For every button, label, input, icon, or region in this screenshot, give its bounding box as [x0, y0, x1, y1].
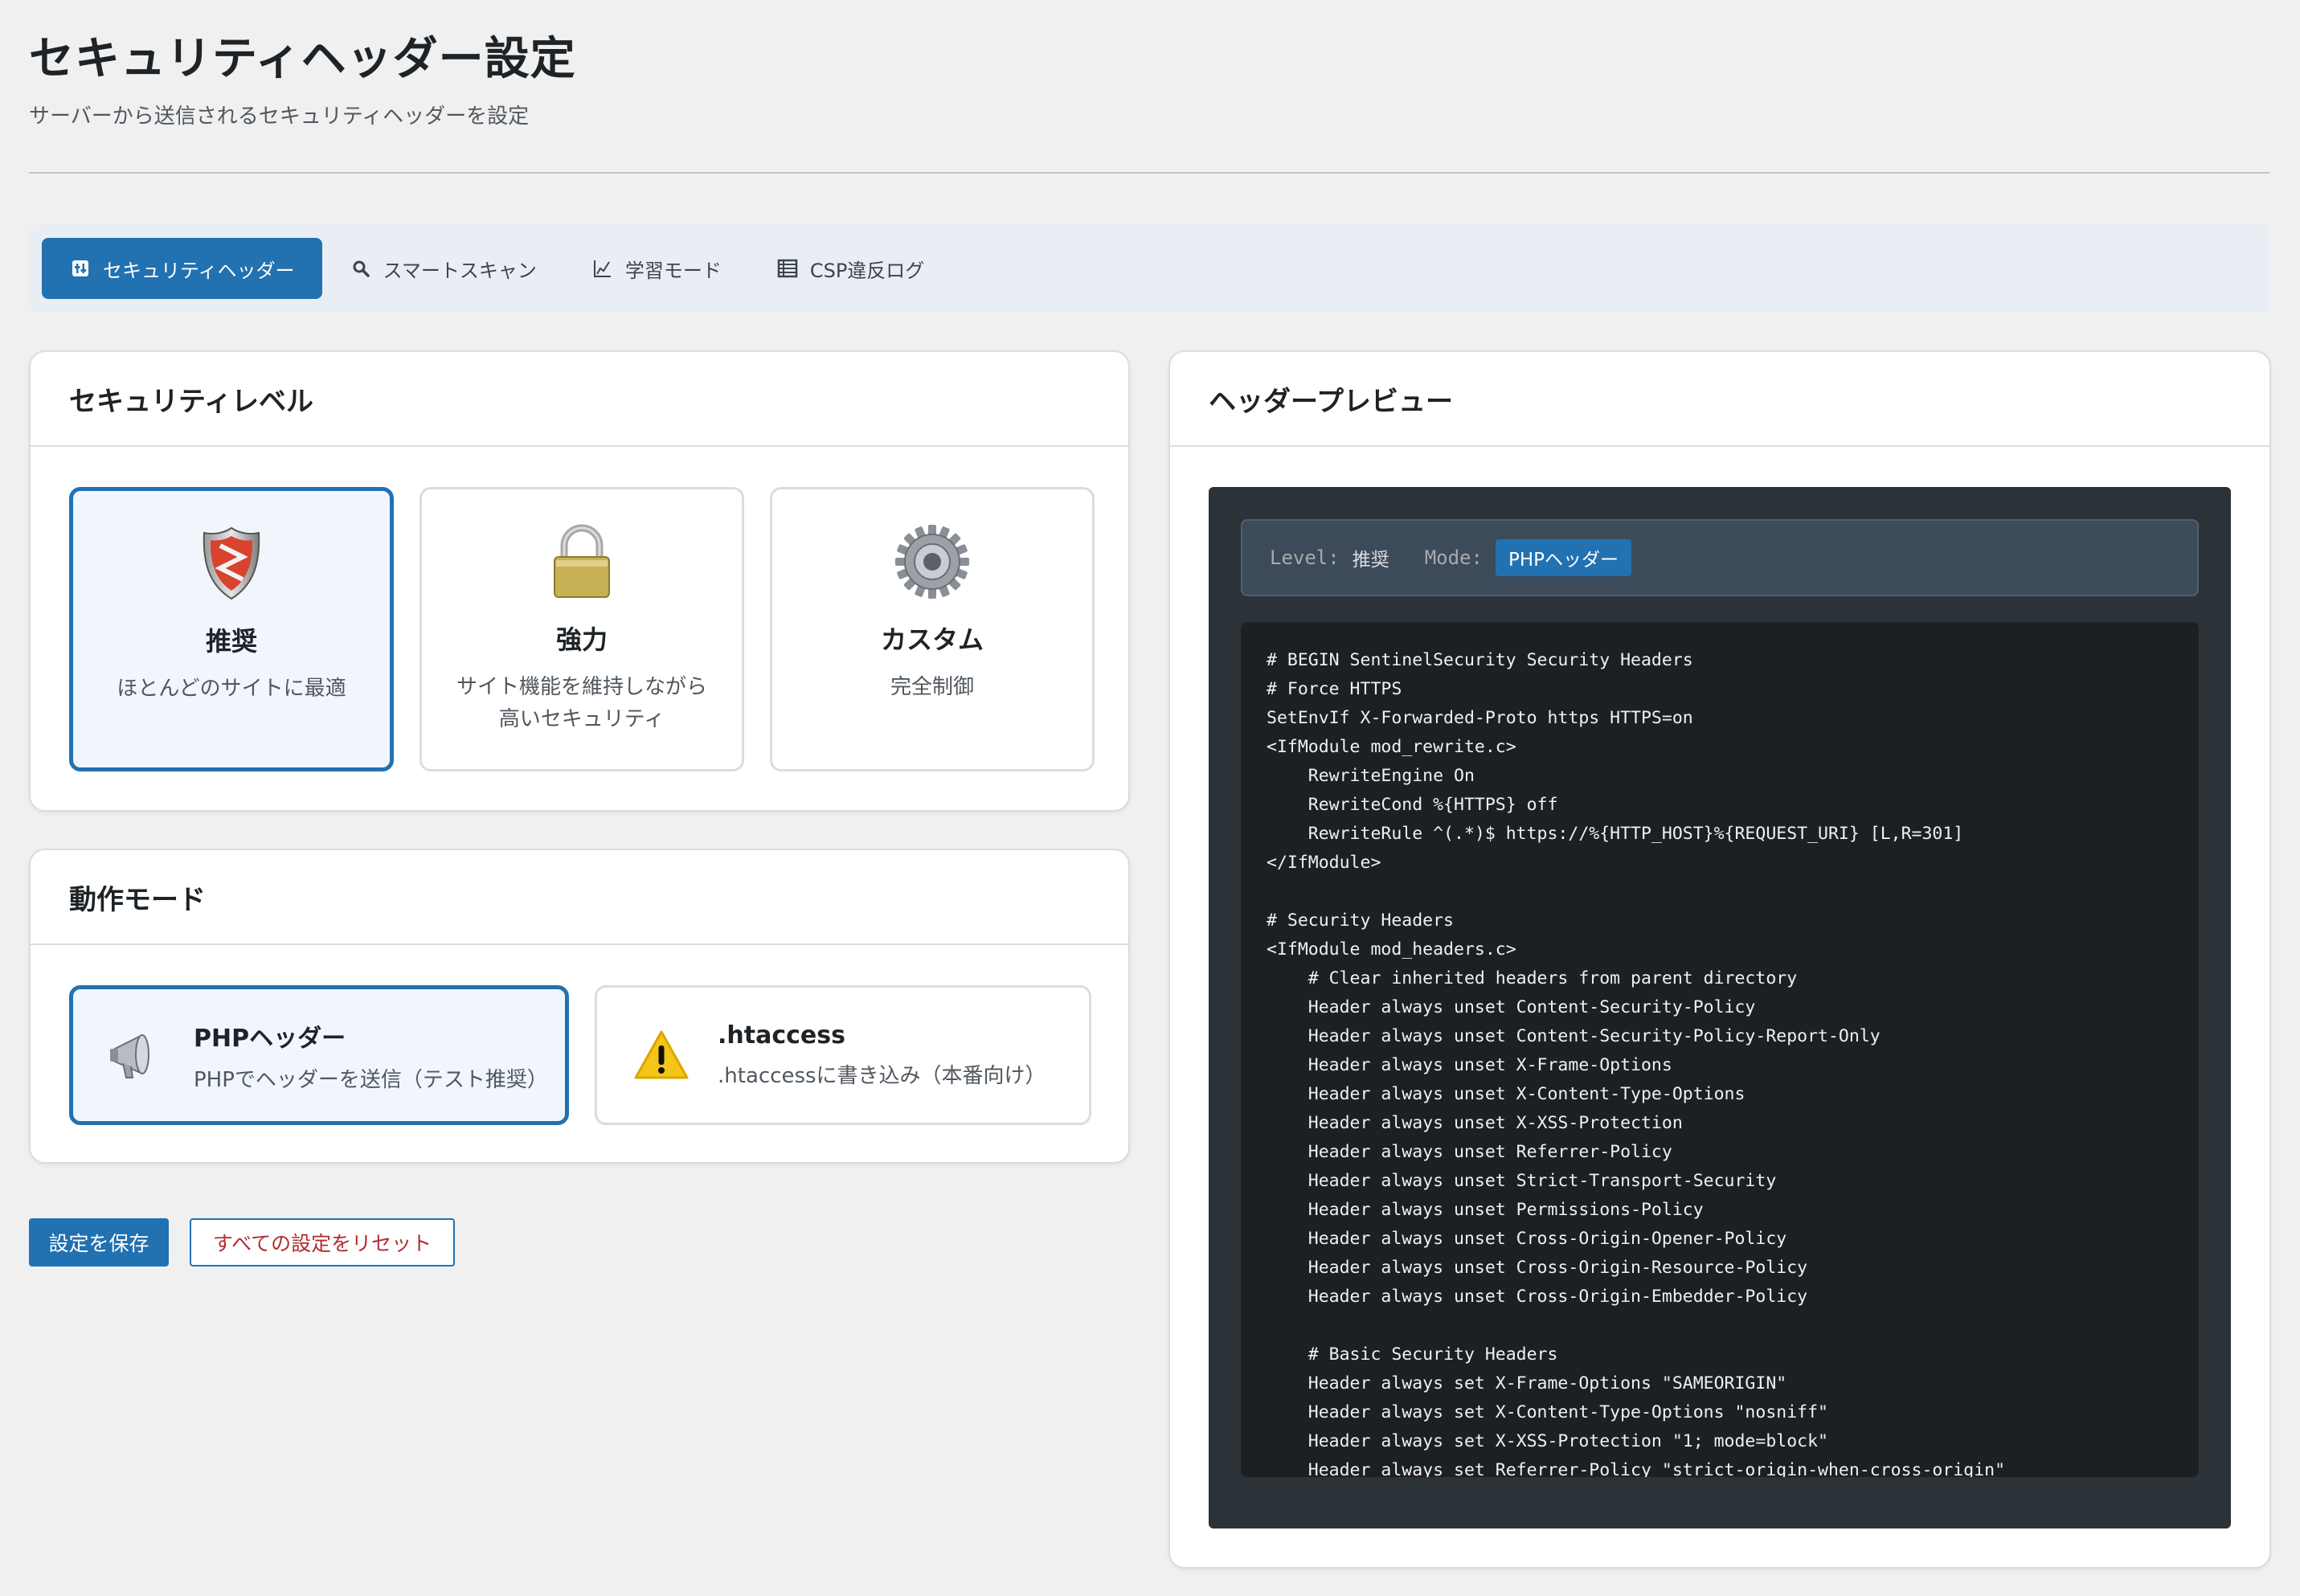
code-line: Header always set Referrer-Policy "stric… [1267, 1460, 2006, 1477]
tab-label: 学習モード [624, 259, 722, 282]
code-line: Header always unset X-Frame-Options [1267, 1055, 1672, 1075]
mode-name: .htaccess [718, 1021, 845, 1050]
code-line: Header always unset X-XSS-Protection [1267, 1113, 1683, 1133]
mode-name: PHPヘッダー [194, 1024, 346, 1053]
operation-mode-title: 動作モード [31, 850, 1128, 945]
title-divider [29, 172, 2269, 174]
mode-option-htaccess[interactable]: .htaccess .htaccessに書き込み（本番向け） [595, 985, 1091, 1125]
level-name: 推奨 [205, 626, 257, 657]
gear-icon [892, 522, 972, 602]
level-option-custom[interactable]: カスタム 完全制御 [770, 487, 1095, 771]
tab-smart-scan[interactable]: スマートスキャン [322, 238, 564, 299]
code-line: <IfModule mod_headers.c> [1267, 939, 1516, 960]
level-desc: ほとんどのサイトに最適 [117, 677, 346, 701]
level-label: Level: [1270, 546, 1340, 569]
tab-csp-log[interactable]: CSP違反ログ [749, 238, 952, 299]
code-line: Header always unset Strict-Transport-Sec… [1267, 1171, 1777, 1191]
tab-bar: セキュリティヘッダー スマートスキャン 学習モード CSP違反ログ [29, 225, 2269, 312]
operation-mode-options: PHPヘッダー PHPでヘッダーを送信（テスト推奨） .htaccess .ht… [69, 985, 1091, 1125]
code-line: RewriteCond %{HTTPS} off [1267, 795, 1558, 815]
mode-desc: .htaccessに書き込み（本番向け） [718, 1064, 1046, 1088]
code-line: Header always unset Cross-Origin-Resourc… [1267, 1258, 1808, 1278]
code-line: # Security Headers [1267, 911, 1454, 931]
sliders-icon [69, 257, 92, 280]
mode-label: Mode: [1424, 546, 1483, 569]
code-preview[interactable]: # BEGIN SentinelSecurity Security Header… [1241, 622, 2199, 1477]
code-line: Header always set X-Content-Type-Options… [1267, 1402, 1828, 1422]
security-level-options: 推奨 ほとんどのサイトに最適 強力 サイト機能を維持しながら高いセキュリティ [69, 487, 1095, 771]
level-name: 強力 [555, 624, 608, 655]
code-line: Header always set X-XSS-Protection "1; m… [1267, 1431, 1828, 1451]
code-line: Header always unset X-Content-Type-Optio… [1267, 1084, 1745, 1104]
code-line: </IfModule> [1267, 853, 1381, 873]
tab-learning-mode[interactable]: 学習モード [564, 238, 749, 299]
tab-label: CSP違反ログ [809, 259, 925, 282]
code-line: # BEGIN SentinelSecurity Security Header… [1267, 650, 1693, 670]
warning-icon [629, 1023, 694, 1087]
code-line: Header always unset Permissions-Policy [1267, 1200, 1704, 1220]
code-line: Header always unset Content-Security-Pol… [1267, 997, 1756, 1017]
code-line: Header always set X-Frame-Options "SAMEO… [1267, 1373, 1787, 1393]
code-line: <IfModule mod_rewrite.c> [1267, 737, 1516, 757]
code-line: # Basic Security Headers [1267, 1344, 1558, 1365]
header-preview-title: ヘッダープレビュー [1170, 352, 2269, 447]
level-name: カスタム [880, 624, 984, 655]
code-line: Header always unset Cross-Origin-Embedde… [1267, 1287, 1808, 1307]
code-line: RewriteRule ^(.*)$ https://%{HTTP_HOST}%… [1267, 824, 1964, 844]
code-lines: # BEGIN SentinelSecurity Security Header… [1267, 646, 2005, 1477]
code-line: RewriteEngine On [1267, 766, 1475, 786]
security-level-title: セキュリティレベル [31, 352, 1128, 447]
reset-all-button[interactable]: すべての設定をリセット [190, 1218, 455, 1267]
code-line: Header always unset Referrer-Policy [1267, 1142, 1672, 1162]
tab-label: セキュリティヘッダー [103, 259, 295, 282]
list-icon [776, 257, 799, 280]
tab-security-headers[interactable]: セキュリティヘッダー [42, 238, 322, 299]
level-option-strong[interactable]: 強力 サイト機能を維持しながら 高いセキュリティ [419, 487, 744, 771]
preview-meta-bar: Level: 推奨 Mode: PHPヘッダー [1241, 519, 2199, 596]
code-line: Header always unset Content-Security-Pol… [1267, 1026, 1881, 1046]
page-subtitle: サーバーから送信されるセキュリティヘッダーを設定 [29, 104, 530, 129]
code-line: SetEnvIf X-Forwarded-Proto https HTTPS=o… [1267, 708, 1693, 728]
security-level-panel: セキュリティレベル 推奨 ほとんどのサイトに最適 強力 サイト機能を維持しながら… [29, 350, 1130, 812]
operation-mode-panel: 動作モード PHPヘッダー PHPでヘッダーを送信（テスト推奨） .htacce… [29, 849, 1130, 1164]
level-value: 推奨 [1352, 550, 1389, 571]
chart-line-icon [591, 257, 614, 280]
level-option-recommended[interactable]: 推奨 ほとんどのサイトに最適 [69, 487, 394, 771]
save-button[interactable]: 設定を保存 [29, 1218, 169, 1267]
level-desc: 完全制御 [890, 675, 974, 699]
mode-desc: PHPでヘッダーを送信（テスト推奨） [194, 1067, 548, 1092]
search-icon [350, 257, 372, 280]
padlock-icon [542, 522, 622, 602]
shield-icon [191, 523, 272, 604]
header-preview-panel: ヘッダープレビュー Level: 推奨 Mode: PHPヘッダー # BEGI… [1168, 350, 2271, 1569]
code-line: # Force HTTPS [1267, 679, 1402, 699]
mode-option-php-headers[interactable]: PHPヘッダー PHPでヘッダーを送信（テスト推奨） [69, 985, 569, 1125]
mode-badge: PHPヘッダー [1495, 539, 1631, 576]
tab-label: スマートスキャン [383, 259, 537, 282]
preview-container: Level: 推奨 Mode: PHPヘッダー # BEGIN Sentinel… [1209, 487, 2231, 1528]
level-desc: サイト機能を維持しながら 高いセキュリティ [456, 675, 707, 731]
page-title: セキュリティヘッダー設定 [29, 33, 576, 85]
code-line: Header always unset Cross-Origin-Opener-… [1267, 1229, 1787, 1249]
code-line: # Clear inherited headers from parent di… [1267, 968, 1798, 988]
megaphone-icon [105, 1023, 170, 1087]
